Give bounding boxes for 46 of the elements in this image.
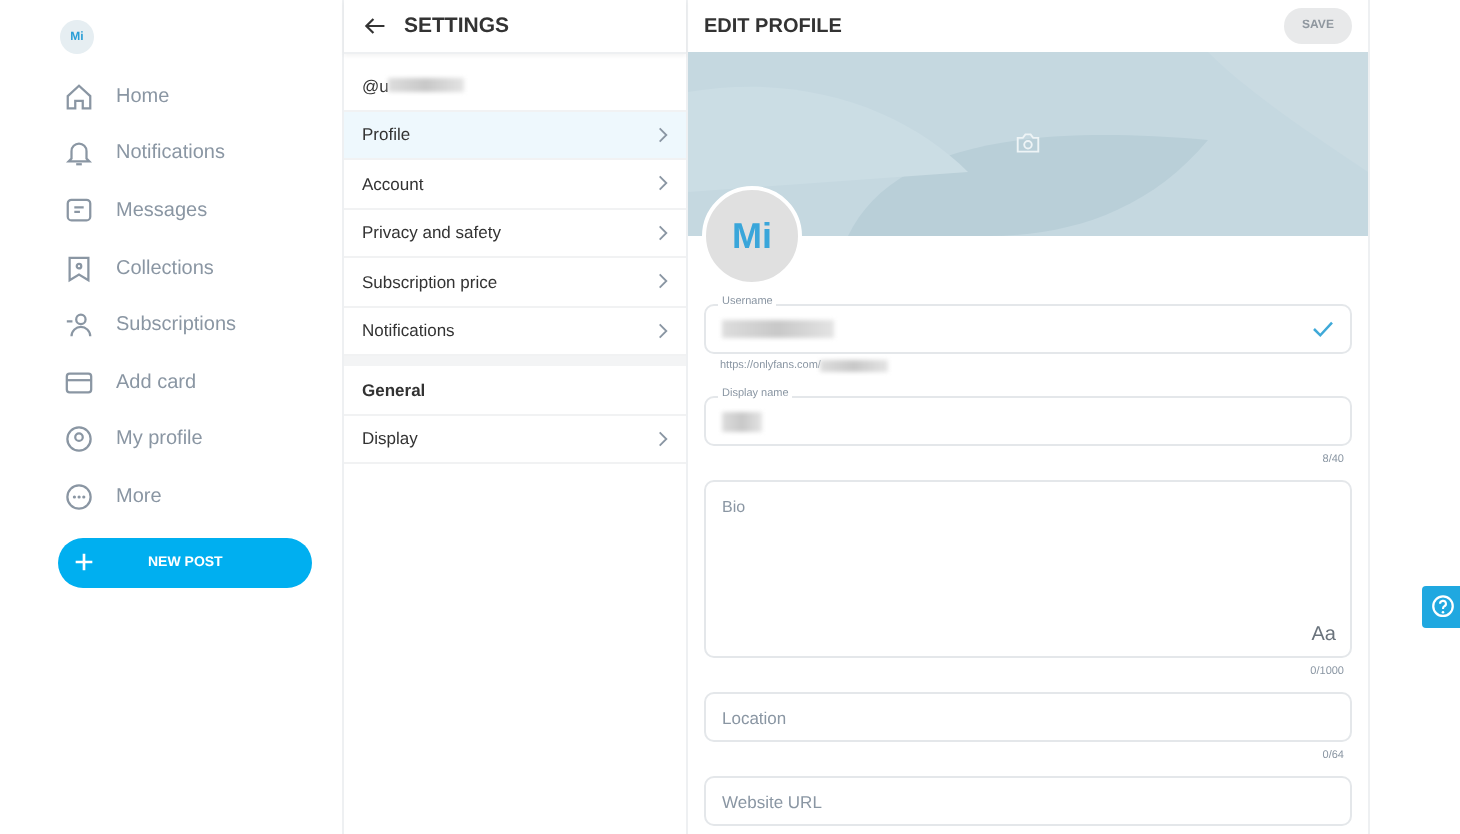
back-arrow-icon[interactable] xyxy=(364,16,386,36)
nav-item[interactable]: More xyxy=(0,468,342,526)
home-icon xyxy=(64,81,94,112)
chevron-icon xyxy=(658,223,668,242)
chevron-icon xyxy=(658,125,668,144)
more-icon xyxy=(64,481,94,512)
message-icon xyxy=(64,195,94,226)
blurred-text xyxy=(388,78,465,93)
nav-item[interactable]: Messages xyxy=(0,182,342,240)
bio-field[interactable]: Bio Aa xyxy=(704,480,1352,658)
help-icon xyxy=(1430,594,1456,620)
help-button[interactable] xyxy=(1422,586,1460,628)
profile-avatar[interactable]: Mi xyxy=(702,186,802,286)
bell-icon xyxy=(64,138,94,169)
nav-item[interactable]: My profile xyxy=(0,411,342,469)
chevron-icon xyxy=(658,272,668,291)
chevron-icon xyxy=(658,174,668,193)
person-icon xyxy=(64,310,94,341)
settings-item[interactable]: Profile xyxy=(344,111,686,160)
settings-item[interactable]: Privacy and safety xyxy=(344,209,686,258)
chevron-icon xyxy=(658,429,668,448)
page-title: EDIT PROFILE xyxy=(704,15,842,37)
settings-item[interactable]: Account xyxy=(344,160,686,209)
plus-icon xyxy=(74,552,94,573)
format-button[interactable]: Aa xyxy=(1311,624,1336,646)
camera-icon[interactable] xyxy=(1016,132,1040,154)
blurred-text xyxy=(722,411,762,431)
nav-item[interactable]: Add card xyxy=(0,353,342,412)
nav-item[interactable]: Notifications xyxy=(0,125,342,183)
location-field[interactable]: Location xyxy=(704,692,1352,742)
profile-icon xyxy=(64,424,94,455)
website-field[interactable]: Website URL xyxy=(704,776,1352,826)
chevron-icon xyxy=(658,321,668,340)
settings-title: SETTINGS xyxy=(404,14,510,38)
section-heading: General xyxy=(362,379,426,400)
card-icon xyxy=(64,367,94,398)
placeholder: Bio xyxy=(722,498,746,516)
nav-item[interactable]: Collections xyxy=(0,239,342,297)
nav-item[interactable]: Subscriptions xyxy=(0,296,342,354)
settings-item[interactable]: Display xyxy=(344,415,686,464)
settings-item[interactable]: Subscription price xyxy=(344,258,686,307)
blurred-text xyxy=(722,320,834,338)
blurred-text xyxy=(820,360,889,372)
nav-item[interactable]: Home xyxy=(0,68,342,126)
bookmark-icon xyxy=(64,253,94,284)
account-handle: @u xyxy=(362,75,389,96)
